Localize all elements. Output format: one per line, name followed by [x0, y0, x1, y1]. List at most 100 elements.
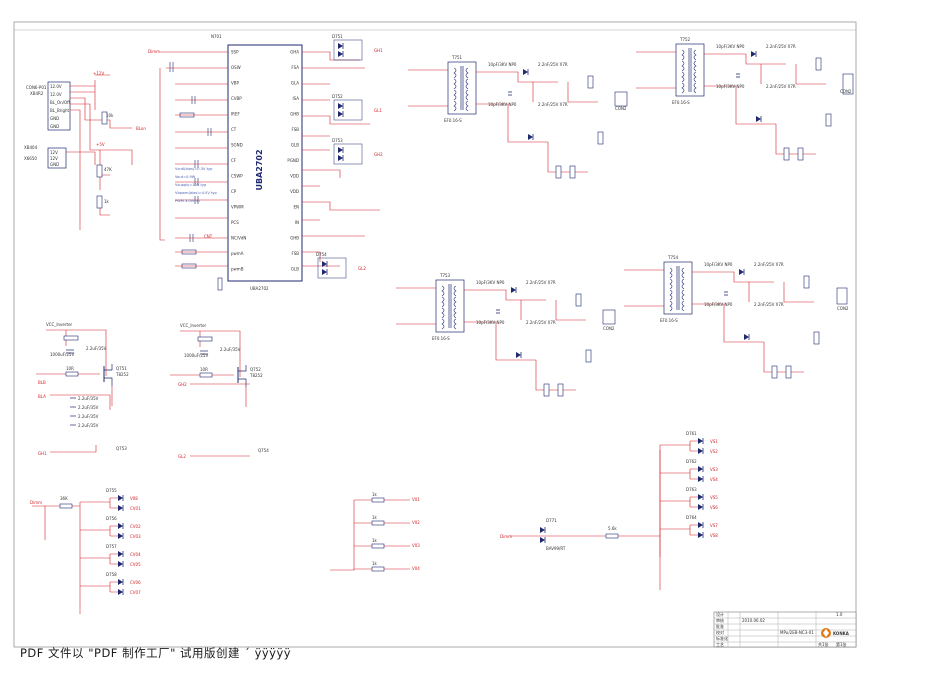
- svg-text:VS6: VS6: [710, 505, 718, 510]
- ic-pin-left: NC/VdN: [231, 236, 246, 241]
- svg-text:5.6k: 5.6k: [608, 526, 617, 531]
- con2-pin: 12V: [50, 156, 58, 161]
- ic-pin-right: GLB: [291, 267, 299, 272]
- ic-pin-left: SSP: [231, 50, 239, 55]
- svg-text:T754: T754: [667, 255, 679, 260]
- diode-symbol: [118, 505, 124, 511]
- ic-pin-left: pwmA: [231, 251, 244, 256]
- svg-text:VS4: VS4: [710, 477, 718, 482]
- svg-text:D754: D754: [316, 252, 327, 257]
- ic-pin-left: VBP: [231, 81, 239, 86]
- r-label-1: 10k: [106, 113, 114, 118]
- ic-part-label: UBA2702: [255, 149, 264, 190]
- tb-page: 共1张: [818, 641, 829, 647]
- diode-symbol: [698, 494, 704, 500]
- svg-text:2.2uF/35V: 2.2uF/35V: [78, 396, 99, 401]
- svg-text:1k: 1k: [372, 538, 378, 543]
- svg-text:GH1: GH1: [374, 48, 383, 53]
- svg-text:D758: D758: [106, 572, 117, 577]
- ic-pin-right: EN: [293, 205, 299, 210]
- diode-symbol: [756, 116, 762, 122]
- ic-pin-right: GHA: [290, 50, 299, 55]
- transformer-block: T751 EF0.16-S 10pF/3KV NP0 2.2nF/25V X7R 10p…: [408, 55, 604, 179]
- svg-text:VS2: VS2: [710, 449, 718, 454]
- diode-symbol: [698, 522, 704, 528]
- svg-text:10pF/3KV NP0: 10pF/3KV NP0: [704, 262, 733, 267]
- svg-text:D764: D764: [686, 515, 697, 520]
- svg-text:VCC_Inverter: VCC_Inverter: [180, 323, 207, 328]
- diode-symbol: [338, 155, 344, 161]
- ic-pin-left: SGND: [231, 143, 243, 148]
- net-cnt: CNT: [204, 234, 213, 239]
- svg-text:2.2nF/25V X7R: 2.2nF/25V X7R: [538, 62, 568, 67]
- svg-text:T751: T751: [451, 55, 463, 60]
- title-block: 设计审核批准校对标准化工艺 2010.06.02 MPu/2EB-NC3-01 …: [713, 611, 857, 648]
- tb-date: 2010.06.02: [742, 618, 765, 623]
- ic-pin-left: OSW: [231, 65, 241, 70]
- ic-pin-right: FSB: [291, 251, 299, 256]
- svg-text:Dimm: Dimm: [500, 534, 512, 539]
- tb-row-label: 标准化: [716, 635, 728, 641]
- con3-label: CON2: [840, 89, 852, 94]
- ic-pin-right: GHB: [290, 236, 299, 241]
- svg-text:VCC_Inverter: VCC_Inverter: [46, 322, 73, 327]
- svg-text:GH2: GH2: [178, 382, 187, 387]
- svg-text:2.2uF/35V: 2.2uF/35V: [78, 414, 99, 419]
- svg-text:2.2uF/35V: 2.2uF/35V: [86, 346, 107, 351]
- svg-text:10pF/3KV NP0: 10pF/3KV NP0: [488, 102, 517, 107]
- diode-symbol: [698, 476, 704, 482]
- con1-pin: BL_Bright: [50, 108, 70, 113]
- svg-text:Q753: Q753: [116, 446, 127, 451]
- svg-text:10pF/3KV NP0: 10pF/3KV NP0: [488, 62, 517, 67]
- svg-text:2.2uF/35V: 2.2uF/35V: [78, 423, 99, 428]
- diode-symbol: [698, 466, 704, 472]
- diode-symbol: [118, 589, 124, 595]
- svg-text:GL2: GL2: [358, 266, 366, 271]
- svg-text:10pF/3KV NP0: 10pF/3KV NP0: [476, 320, 505, 325]
- svg-text:Q754: Q754: [258, 448, 269, 453]
- svg-text:2.2nF/25V X7R: 2.2nF/25V X7R: [754, 262, 784, 267]
- left-resistors: [96, 111, 108, 209]
- ic-pin-right: IN: [295, 220, 299, 225]
- ic-pin-right: PGND: [287, 158, 299, 163]
- ic-pin-left: pwmB: [231, 267, 244, 272]
- con1-pin: BL_On/Off: [50, 100, 70, 105]
- ic-pin-left: VPWM: [231, 205, 244, 210]
- ic-note: Vcntl(bias)=0.3V typ: [175, 167, 213, 171]
- connector-con6: CON6-P01 XB4R2 12.0V 12.0V BL_On/Off BL_Bri…: [26, 81, 71, 131]
- connector-right-1: CON2: [840, 73, 854, 95]
- ic-pin-left: CP: [231, 189, 237, 194]
- transformer-block: T753 EF0.16-S 10pF/3KV NP0 2.2nF/25V X7R 10p…: [396, 273, 592, 397]
- svg-text:2.2nF/25V X7R: 2.2nF/25V X7R: [754, 302, 784, 307]
- diode-symbol: [739, 269, 745, 275]
- diode-symbol: [516, 352, 522, 358]
- svg-text:T752: T752: [679, 37, 691, 42]
- svg-text:10pF/3KV NP0: 10pF/3KV NP0: [716, 84, 745, 89]
- resistor-column: 1k V01 1k V02 1k V03 1k V04: [330, 492, 420, 572]
- svg-text:V01: V01: [412, 497, 420, 502]
- rail-5v-label: +5V: [96, 142, 105, 147]
- tb-row-label: 批准: [716, 623, 724, 629]
- svg-text:10pF/3KV NP0: 10pF/3KV NP0: [716, 44, 745, 49]
- mosfet-driver-lower: 2.2uF/35V 2.2uF/35V 2.2uF/35V 2.2uF/35V Q753…: [38, 380, 269, 459]
- center-diode-group: D771 BAV99/RT 5.6k Dimm: [500, 450, 661, 590]
- svg-text:T8252: T8252: [249, 373, 263, 378]
- con2-sub: X6650: [24, 156, 37, 161]
- con2-ref: XB404: [24, 145, 38, 150]
- diode-symbol: [118, 523, 124, 529]
- svg-text:1000uF/25V: 1000uF/25V: [184, 353, 208, 358]
- tb-company: KONKA: [833, 631, 850, 636]
- svg-text:CV06: CV06: [130, 580, 141, 585]
- svg-text:V03: V03: [412, 543, 420, 548]
- connector-xb404: XB404 X6650 12V12VGND: [24, 145, 67, 169]
- svg-text:VS3: VS3: [710, 467, 718, 472]
- ic-out-diode-pair: D754 GL2: [316, 252, 366, 279]
- diode-symbol: [698, 438, 704, 444]
- con1-pin: GND: [50, 116, 59, 121]
- svg-text:1k: 1k: [372, 561, 378, 566]
- svg-text:CV03: CV03: [130, 534, 141, 539]
- svg-text:2.2uF/35V: 2.2uF/35V: [220, 347, 241, 352]
- r-label-2: 47K: [104, 167, 112, 172]
- con1-pin: GND: [50, 124, 59, 129]
- svg-text:V02: V02: [412, 520, 420, 525]
